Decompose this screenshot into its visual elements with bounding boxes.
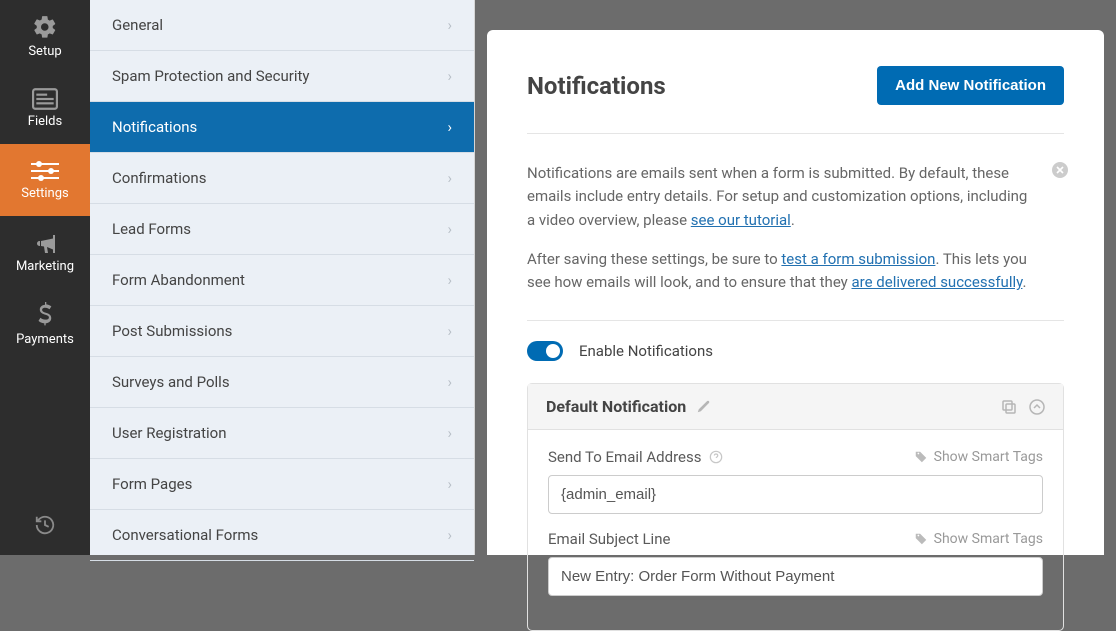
show-smart-tags-button[interactable]: Show Smart Tags: [914, 449, 1043, 465]
rail-item-label: Fields: [28, 114, 62, 129]
sidebar-item-label: Form Abandonment: [112, 271, 245, 289]
rail-item-marketing[interactable]: Marketing: [0, 216, 90, 288]
chevron-right-icon: ›: [447, 424, 452, 442]
copy-icon[interactable]: [1001, 399, 1017, 415]
form-icon: [32, 88, 58, 110]
gear-icon: [32, 14, 58, 40]
nav-rail: Setup Fields Settings Marketing Payments: [0, 0, 90, 555]
sidebar-item-notifications[interactable]: Notifications ›: [90, 102, 474, 153]
rail-history-button[interactable]: [0, 495, 90, 555]
main-area: Notifications Add New Notification Notif…: [475, 0, 1116, 555]
notifications-panel: Notifications Add New Notification Notif…: [487, 30, 1104, 555]
sliders-icon: [31, 160, 59, 182]
tag-icon: [914, 450, 928, 464]
info-paragraph: After saving these settings, be sure to …: [527, 248, 1032, 295]
rail-item-payments[interactable]: Payments: [0, 288, 90, 360]
dollar-icon: [37, 302, 53, 328]
enable-notifications-toggle[interactable]: [527, 341, 563, 361]
rail-item-settings[interactable]: Settings: [0, 144, 90, 216]
tag-icon: [914, 532, 928, 546]
sidebar-item-label: Form Pages: [112, 475, 192, 493]
sidebar-item-label: General: [112, 16, 163, 34]
sidebar-item-label: Confirmations: [112, 169, 206, 187]
sidebar-item-conversational[interactable]: Conversational Forms ›: [90, 510, 474, 561]
sidebar-item-spam[interactable]: Spam Protection and Security ›: [90, 51, 474, 102]
chevron-right-icon: ›: [447, 118, 452, 136]
chevron-right-icon: ›: [447, 220, 452, 238]
rail-item-label: Marketing: [16, 259, 74, 274]
sidebar-item-label: Notifications: [112, 118, 197, 136]
history-icon: [34, 514, 56, 536]
notification-card: Default Notification: [527, 383, 1064, 631]
show-smart-tags-button[interactable]: Show Smart Tags: [914, 531, 1043, 547]
sidebar-item-label: Lead Forms: [112, 220, 191, 238]
rail-item-fields[interactable]: Fields: [0, 72, 90, 144]
help-icon[interactable]: [709, 450, 723, 464]
page-title: Notifications: [527, 72, 666, 100]
email-subject-input[interactable]: [548, 557, 1043, 596]
card-title: Default Notification: [546, 397, 686, 416]
rail-item-label: Settings: [21, 186, 68, 201]
card-header[interactable]: Default Notification: [528, 384, 1063, 430]
info-paragraph: Notifications are emails sent when a for…: [527, 162, 1032, 232]
field-label: Send To Email Address: [548, 448, 701, 466]
rail-item-label: Setup: [28, 44, 61, 59]
send-to-email-input[interactable]: [548, 475, 1043, 514]
info-block: Notifications are emails sent when a for…: [527, 134, 1064, 321]
sidebar-item-lead-forms[interactable]: Lead Forms ›: [90, 204, 474, 255]
rail-item-setup[interactable]: Setup: [0, 0, 90, 72]
toggle-label: Enable Notifications: [579, 342, 713, 360]
chevron-right-icon: ›: [447, 373, 452, 391]
chevron-right-icon: ›: [447, 67, 452, 85]
chevron-right-icon: ›: [447, 526, 452, 544]
chevron-right-icon: ›: [447, 475, 452, 493]
sidebar-item-label: User Registration: [112, 424, 227, 442]
chevron-right-icon: ›: [447, 16, 452, 34]
sidebar-item-post-submissions[interactable]: Post Submissions ›: [90, 306, 474, 357]
sidebar-item-label: Conversational Forms: [112, 526, 258, 544]
field-label: Email Subject Line: [548, 530, 670, 548]
sidebar-item-general[interactable]: General ›: [90, 0, 474, 51]
chevron-right-icon: ›: [447, 271, 452, 289]
sidebar-item-confirmations[interactable]: Confirmations ›: [90, 153, 474, 204]
settings-sidebar: General › Spam Protection and Security › N…: [90, 0, 475, 555]
add-notification-button[interactable]: Add New Notification: [877, 66, 1064, 105]
delivered-link[interactable]: are delivered successfully: [852, 273, 1023, 291]
sidebar-item-label: Spam Protection and Security: [112, 67, 309, 85]
rail-item-label: Payments: [16, 332, 74, 347]
chevron-right-icon: ›: [447, 169, 452, 187]
pencil-icon[interactable]: [696, 400, 710, 414]
tutorial-link[interactable]: see our tutorial: [691, 211, 791, 229]
test-submission-link[interactable]: test a form submission: [781, 250, 935, 268]
sidebar-item-label: Surveys and Polls: [112, 373, 230, 391]
sidebar-item-form-pages[interactable]: Form Pages ›: [90, 459, 474, 510]
close-icon[interactable]: [1052, 162, 1068, 178]
bullhorn-icon: [32, 231, 58, 255]
sidebar-item-user-registration[interactable]: User Registration ›: [90, 408, 474, 459]
sidebar-item-surveys[interactable]: Surveys and Polls ›: [90, 357, 474, 408]
chevron-right-icon: ›: [447, 322, 452, 340]
sidebar-item-form-abandonment[interactable]: Form Abandonment ›: [90, 255, 474, 306]
collapse-icon[interactable]: [1029, 399, 1045, 415]
sidebar-item-label: Post Submissions: [112, 322, 232, 340]
